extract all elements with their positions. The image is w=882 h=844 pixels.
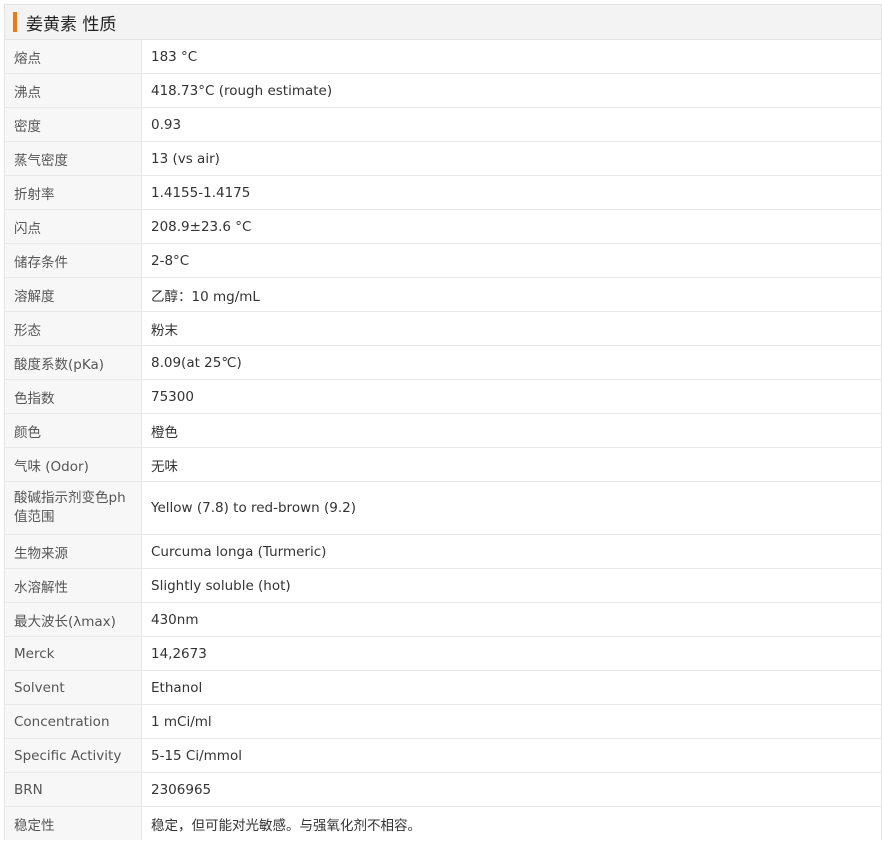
property-value: 无味 bbox=[141, 447, 881, 482]
panel-title: 姜黄素 性质 bbox=[26, 14, 117, 35]
property-value: 8.09(at 25℃) bbox=[141, 345, 881, 380]
property-label: Specific Activity bbox=[5, 738, 142, 773]
property-value: 208.9±23.6 °C bbox=[141, 209, 881, 244]
table-row: 溶解度 乙醇：10 mg/mL bbox=[5, 277, 881, 312]
table-row: 稳定性 稳定，但可能对光敏感。与强氧化剂不相容。 bbox=[5, 806, 881, 840]
table-row: 酸度系数(pKa) 8.09(at 25℃) bbox=[5, 345, 881, 380]
property-label: 溶解度 bbox=[5, 277, 142, 312]
property-label: 折射率 bbox=[5, 175, 142, 210]
table-row: 气味 (Odor) 无味 bbox=[5, 447, 881, 482]
property-label: 蒸气密度 bbox=[5, 141, 142, 176]
table-row: 酸碱指示剂变色ph值范围 Yellow (7.8) to red-brown (9… bbox=[5, 481, 881, 535]
property-label: 水溶解性 bbox=[5, 568, 142, 603]
properties-panel: 姜黄素 性质 熔点 183 °C 沸点 418.73°C (rough estimat… bbox=[4, 4, 882, 840]
table-row: BRN 2306965 bbox=[5, 772, 881, 807]
property-label: Concentration bbox=[5, 704, 142, 739]
property-label: 最大波长(λmax) bbox=[5, 602, 142, 637]
table-row: 熔点 183 °C bbox=[5, 40, 881, 74]
property-label: 稳定性 bbox=[5, 806, 142, 840]
property-label: 沸点 bbox=[5, 73, 142, 108]
property-value: 橙色 bbox=[141, 413, 881, 448]
property-label: 储存条件 bbox=[5, 243, 142, 278]
property-value: 稳定，但可能对光敏感。与强氧化剂不相容。 bbox=[141, 806, 881, 840]
property-value: 1 mCi/ml bbox=[141, 704, 881, 739]
accent-bar bbox=[13, 12, 17, 32]
property-value: Ethanol bbox=[141, 670, 881, 705]
table-row: 闪点 208.9±23.6 °C bbox=[5, 209, 881, 244]
property-label: Merck bbox=[5, 636, 142, 671]
table-row: 形态 粉末 bbox=[5, 311, 881, 346]
property-label: 熔点 bbox=[5, 40, 142, 74]
property-value: 2-8°C bbox=[141, 243, 881, 278]
table-row: Solvent Ethanol bbox=[5, 670, 881, 705]
property-value: 430nm bbox=[141, 602, 881, 637]
property-value: 5-15 Ci/mmol bbox=[141, 738, 881, 773]
property-value: 粉末 bbox=[141, 311, 881, 346]
table-row: 色指数 75300 bbox=[5, 379, 881, 414]
property-value: 75300 bbox=[141, 379, 881, 414]
table-row: Specific Activity 5-15 Ci/mmol bbox=[5, 738, 881, 773]
property-value: Yellow (7.8) to red-brown (9.2) bbox=[141, 481, 881, 535]
property-label: 酸碱指示剂变色ph值范围 bbox=[5, 481, 142, 535]
property-label: BRN bbox=[5, 772, 142, 807]
property-label: 形态 bbox=[5, 311, 142, 346]
properties-table: 熔点 183 °C 沸点 418.73°C (rough estimate) 密度 0.9… bbox=[5, 40, 881, 840]
property-label: Solvent bbox=[5, 670, 142, 705]
property-value: 1.4155-1.4175 bbox=[141, 175, 881, 210]
property-label: 气味 (Odor) bbox=[5, 447, 142, 482]
property-value: 13 (vs air) bbox=[141, 141, 881, 176]
property-value: 2306965 bbox=[141, 772, 881, 807]
property-label: 色指数 bbox=[5, 379, 142, 414]
panel-header: 姜黄素 性质 bbox=[5, 5, 881, 40]
property-value: 0.93 bbox=[141, 107, 881, 142]
property-label: 酸度系数(pKa) bbox=[5, 345, 142, 380]
property-label: 密度 bbox=[5, 107, 142, 142]
table-row: 水溶解性 Slightly soluble (hot) bbox=[5, 568, 881, 603]
property-label: 闪点 bbox=[5, 209, 142, 244]
table-row: 沸点 418.73°C (rough estimate) bbox=[5, 73, 881, 108]
property-value: 乙醇：10 mg/mL bbox=[141, 277, 881, 312]
table-row: 密度 0.93 bbox=[5, 107, 881, 142]
property-value: 183 °C bbox=[151, 48, 198, 65]
property-value: 418.73°C (rough estimate) bbox=[141, 73, 881, 108]
table-row: Concentration 1 mCi/ml bbox=[5, 704, 881, 739]
table-row: 储存条件 2-8°C bbox=[5, 243, 881, 278]
table-row: 折射率 1.4155-1.4175 bbox=[5, 175, 881, 210]
property-value: Slightly soluble (hot) bbox=[141, 568, 881, 603]
table-row: Merck 14,2673 bbox=[5, 636, 881, 671]
property-value: Curcuma longa (Turmeric) bbox=[141, 534, 881, 569]
property-label: 生物来源 bbox=[5, 534, 142, 569]
table-row: 生物来源 Curcuma longa (Turmeric) bbox=[5, 534, 881, 569]
table-row: 最大波长(λmax) 430nm bbox=[5, 602, 881, 637]
property-value: 14,2673 bbox=[141, 636, 881, 671]
property-label: 颜色 bbox=[5, 413, 142, 448]
table-row: 颜色 橙色 bbox=[5, 413, 881, 448]
table-row: 蒸气密度 13 (vs air) bbox=[5, 141, 881, 176]
